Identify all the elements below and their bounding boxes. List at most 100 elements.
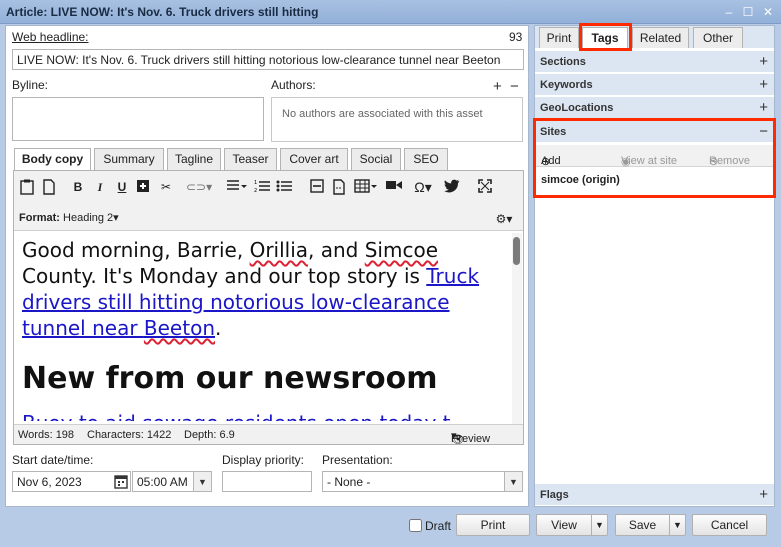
editor-scrollbar[interactable]: [512, 233, 522, 425]
tab-seo[interactable]: SEO: [404, 148, 448, 170]
section-heading: New from our newsroom: [22, 361, 438, 396]
sites-header[interactable]: Sites −: [535, 121, 774, 143]
start-datetime-label: Start date/time:: [12, 453, 94, 467]
editor-statusbar: Words: 198 Characters: 1422 Depth: 6.9 👁…: [14, 424, 523, 446]
chevron-down-icon[interactable]: ▼: [591, 515, 607, 535]
site-name: simcoe (origin): [541, 174, 620, 186]
preview-dropdown[interactable]: 👁 Preview ▾: [451, 429, 490, 446]
sites-toolbar: ⊕ Add ◉ View at site ⊖ Remove: [535, 145, 774, 168]
body-text: , and: [308, 238, 365, 262]
scrollbar-thumb[interactable]: [513, 237, 520, 265]
display-priority-input[interactable]: [222, 471, 312, 492]
svg-text:2: 2: [254, 188, 257, 193]
authors-label: Authors:: [271, 78, 316, 92]
save-button[interactable]: Save ▼: [615, 514, 686, 536]
omega-icon[interactable]: Ω▾: [410, 179, 436, 195]
link-icon[interactable]: ⊂⊃▾: [186, 179, 212, 195]
editor-toolbar: B I U ✂ ⊂⊃▾ 12 Ω▾ Format: Heading 2▾ ⚙▾: [14, 171, 523, 231]
insert-special-icon[interactable]: [136, 179, 152, 195]
editor-content[interactable]: Good morning, Barrie, Orillia, and Simco…: [22, 237, 509, 425]
start-date-value: Nov 6, 2023: [17, 475, 82, 489]
svg-text:1: 1: [254, 180, 257, 186]
body-paragraph: Good morning, Barrie, Orillia, and Simco…: [22, 237, 509, 341]
align-icon[interactable]: [226, 179, 248, 195]
bullet-list-icon[interactable]: [276, 179, 292, 195]
format-dropdown[interactable]: Format: Heading 2▾: [19, 211, 119, 224]
headline-input[interactable]: [12, 49, 524, 70]
video-icon[interactable]: [386, 179, 402, 195]
view-button[interactable]: View ▼: [536, 514, 608, 536]
expand-plus-icon[interactable]: +: [759, 53, 768, 70]
authors-empty-text: No authors are associated with this asse…: [282, 108, 483, 120]
preview-label: Preview: [451, 433, 491, 445]
twitter-icon[interactable]: [444, 179, 460, 195]
bold-icon[interactable]: B: [70, 179, 86, 195]
body-text: County. It's Monday and our top story is: [22, 264, 427, 288]
tab-social[interactable]: Social: [351, 148, 401, 170]
view-button-label: View: [551, 518, 577, 532]
chevron-down-icon: ▾: [113, 212, 119, 224]
tab-body-copy[interactable]: Body copy: [14, 148, 91, 171]
next-line-partial: Buoy to aid sewage residents open today …: [22, 411, 509, 421]
byline-input[interactable]: [12, 97, 264, 141]
chevron-down-icon[interactable]: ▼: [669, 515, 685, 535]
spellcheck-word: Beeton: [143, 316, 215, 340]
tab-print[interactable]: Print: [539, 27, 579, 48]
page-break-icon[interactable]: [332, 179, 348, 195]
collapse-minus-icon[interactable]: −: [759, 123, 768, 140]
table-icon[interactable]: [354, 179, 378, 195]
window-titlebar: Article: LIVE NOW: It's Nov. 6. Truck dr…: [0, 0, 781, 24]
cancel-button[interactable]: Cancel: [692, 514, 767, 536]
sections-header[interactable]: Sections +: [535, 51, 774, 73]
tab-tags[interactable]: Tags: [582, 27, 628, 48]
tab-other[interactable]: Other: [693, 27, 743, 48]
start-date-field[interactable]: Nov 6, 2023: [12, 471, 131, 492]
draft-checkbox-input[interactable]: [409, 519, 422, 532]
add-author-icon[interactable]: +: [493, 79, 502, 94]
keywords-header[interactable]: Keywords +: [535, 74, 774, 96]
tab-related[interactable]: Related: [632, 27, 689, 48]
expand-plus-icon[interactable]: +: [759, 76, 768, 93]
tab-cover-art[interactable]: Cover art: [280, 148, 348, 170]
flags-header[interactable]: Flags +: [535, 484, 774, 506]
tab-tagline[interactable]: Tagline: [167, 148, 221, 170]
site-list-item[interactable]: simcoe (origin): [535, 169, 774, 191]
close-icon[interactable]: ✕: [760, 4, 776, 20]
numbered-list-icon[interactable]: 12: [254, 179, 270, 195]
maximize-icon[interactable]: ☐: [740, 4, 756, 20]
calendar-icon[interactable]: [114, 474, 128, 492]
geolocations-header[interactable]: GeoLocations +: [535, 97, 774, 119]
depth-value: Depth: 6.9: [184, 429, 235, 441]
paste-text-icon[interactable]: [42, 179, 58, 195]
authors-list: No authors are associated with this asse…: [271, 97, 523, 142]
remove-author-icon[interactable]: −: [510, 79, 519, 94]
format-label: Format:: [19, 212, 60, 224]
byline-label: Byline:: [12, 78, 49, 92]
headline-char-count: 93: [509, 30, 523, 44]
tab-summary[interactable]: Summary: [94, 148, 164, 170]
expand-plus-icon[interactable]: +: [759, 486, 768, 503]
start-time-select[interactable]: 05:00 AM ▼: [132, 471, 212, 492]
draft-label: Draft: [425, 519, 452, 533]
keywords-title: Keywords: [540, 79, 593, 91]
cut-icon[interactable]: ✂: [158, 179, 174, 195]
draft-checkbox[interactable]: Draft: [409, 519, 451, 533]
window-title: Article: LIVE NOW: It's Nov. 6. Truck dr…: [6, 5, 319, 19]
expand-plus-icon[interactable]: +: [759, 99, 768, 116]
italic-icon[interactable]: I: [92, 179, 108, 195]
fullscreen-icon[interactable]: [478, 179, 494, 195]
sites-title: Sites: [540, 126, 567, 138]
tab-teaser[interactable]: Teaser: [224, 148, 277, 170]
print-button[interactable]: Print: [456, 514, 530, 536]
paste-icon[interactable]: [20, 179, 36, 195]
underline-icon[interactable]: U: [114, 179, 130, 195]
article-editor-panel: Web headline: 93 Byline: Authors: + − No…: [5, 25, 529, 507]
presentation-select[interactable]: - None - ▼: [322, 471, 523, 492]
character-count: Characters: 1422: [87, 429, 172, 441]
horizontal-rule-icon[interactable]: [310, 179, 326, 195]
chevron-down-icon: ▼: [504, 472, 522, 491]
spellcheck-word: Simcoe: [364, 238, 439, 262]
settings-gear-icon[interactable]: ⚙▾: [492, 211, 516, 227]
minimize-icon[interactable]: –: [721, 4, 737, 20]
presentation-value: - None -: [327, 475, 371, 489]
